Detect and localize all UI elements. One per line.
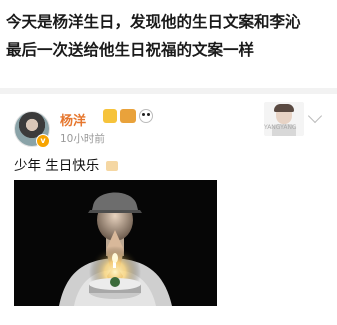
panda-emoji-icon: [139, 109, 153, 123]
post-photo[interactable]: [14, 180, 217, 306]
post-text: 少年 生日快乐: [14, 158, 100, 174]
vip-badge-icon: [120, 109, 136, 123]
weibo-post-card[interactable]: v 杨洋 10小时前 YANGYANG 少年 生日快乐: [0, 94, 337, 325]
verified-badge-icon: v: [36, 134, 50, 148]
article-headline: 今天是杨洋生日，发现他的生日文案和李沁 最后一次送给他生日祝福的文案一样: [6, 8, 331, 64]
post-body: 少年 生日快乐: [14, 154, 118, 174]
chevron-down-icon[interactable]: [307, 108, 323, 124]
cake-emoji-icon: [105, 161, 118, 171]
headline-line-1: 今天是杨洋生日，发现他的生日文案和李沁: [6, 13, 301, 31]
username[interactable]: 杨洋: [60, 110, 86, 129]
watermark-text: YANGYANG: [264, 124, 297, 131]
headline-line-2: 最后一次送给他生日祝福的文案一样: [6, 41, 255, 59]
profile-preview-image[interactable]: YANGYANG: [264, 102, 304, 136]
crown-badge-icon: [103, 109, 117, 123]
post-timestamp: 10小时前: [60, 133, 105, 145]
user-badges: [103, 109, 153, 123]
